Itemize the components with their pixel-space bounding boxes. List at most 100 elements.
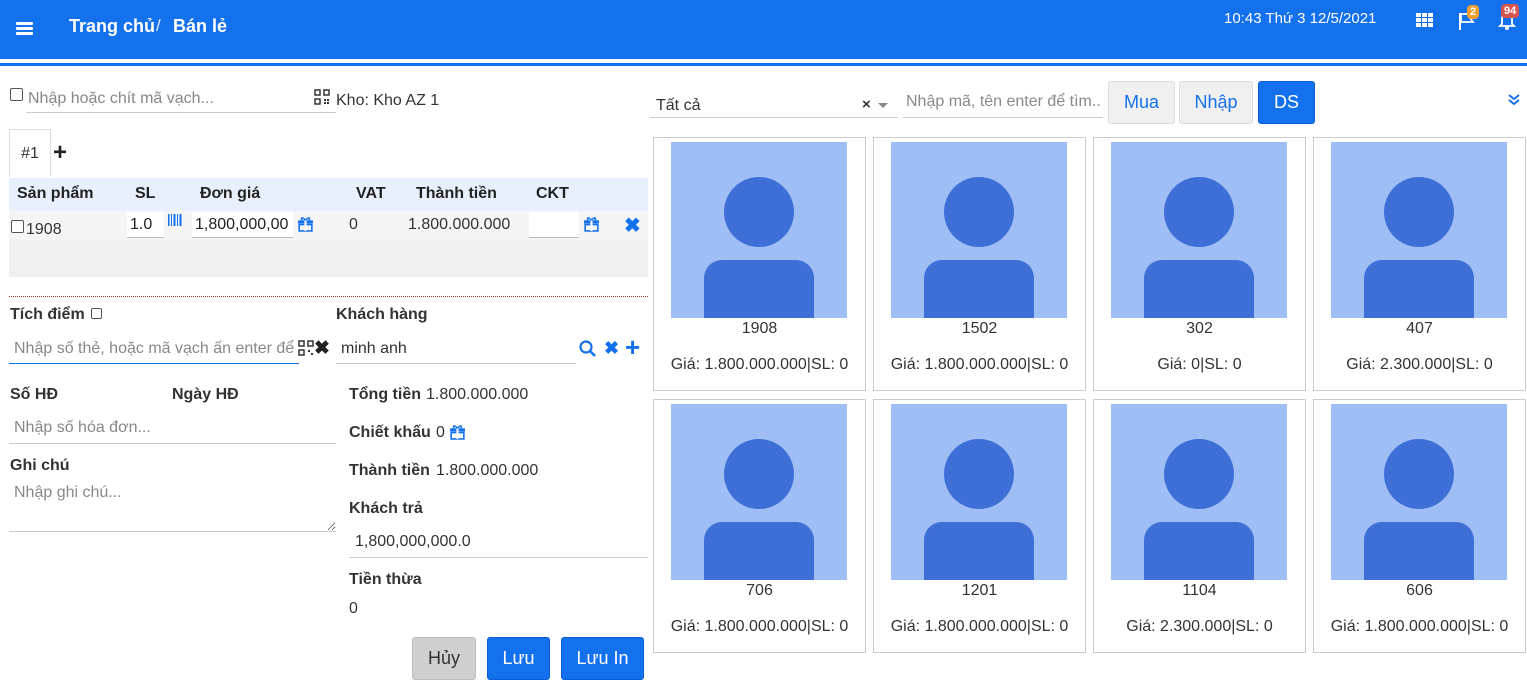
product-price: Giá: 1.800.000.000|SL: 0 (1330, 618, 1509, 635)
product-name: 1502 (961, 320, 998, 337)
top-bar: Trang chủ / Bán lẻ 10:43 Thứ 3 12/5/2021… (0, 0, 1527, 59)
tab-order-1[interactable]: #1 (9, 129, 51, 177)
customer-paid-input[interactable] (349, 526, 648, 558)
remove-row-icon[interactable]: ✖ (624, 213, 641, 238)
loyalty-card-input[interactable] (9, 334, 299, 364)
qr-code-icon[interactable] (298, 340, 314, 356)
qr-code-icon[interactable] (314, 89, 330, 105)
change-label: Tiền thừa (349, 571, 422, 588)
product-avatar-image (1111, 142, 1287, 318)
datetime-display: 10:43 Thứ 3 12/5/2021 (1224, 10, 1377, 27)
clear-customer-icon[interactable]: ✖ (604, 338, 619, 359)
add-customer-icon[interactable]: + (625, 333, 640, 361)
product-name: 407 (1406, 320, 1433, 337)
header-divider (0, 63, 1527, 66)
save-button[interactable]: Lưu (487, 637, 550, 680)
buy-button[interactable]: Mua (1108, 81, 1175, 124)
add-tab-icon[interactable]: + (53, 141, 67, 165)
product-card[interactable]: 706 Giá: 1.800.000.000|SL: 0 (653, 399, 866, 653)
breadcrumb-current: Bán lẻ (173, 16, 228, 36)
invoice-date-label: Ngày HĐ (172, 386, 239, 403)
barcode-input[interactable] (26, 86, 336, 113)
product-name: 302 (1186, 320, 1213, 337)
discount-value: 0 (436, 424, 445, 441)
search-icon[interactable] (579, 340, 597, 358)
col-vat: VAT (356, 185, 386, 202)
apps-grid-icon[interactable] (1416, 13, 1434, 27)
product-card[interactable]: 1502 Giá: 1.800.000.000|SL: 0 (873, 137, 1086, 391)
flag-count-badge: 2 (1467, 5, 1480, 19)
note-label: Ghi chú (10, 457, 70, 474)
row-total: 1.800.000.000 (408, 216, 511, 233)
clear-card-icon[interactable]: ✖ (314, 337, 330, 360)
product-card[interactable]: 302 Giá: 0|SL: 0 (1093, 137, 1306, 391)
product-price: Giá: 0|SL: 0 (1157, 356, 1242, 373)
product-card[interactable]: 1908 Giá: 1.800.000.000|SL: 0 (653, 137, 866, 391)
product-price: Giá: 1.800.000.000|SL: 0 (890, 618, 1069, 635)
product-avatar-image (1111, 404, 1287, 580)
row-qty-input[interactable] (127, 212, 164, 238)
row-product-name: 1908 (26, 221, 62, 238)
product-price: Giá: 1.800.000.000|SL: 0 (890, 356, 1069, 373)
breadcrumb-home[interactable]: Trang chủ (69, 16, 155, 37)
breadcrumb-separator: / (156, 16, 161, 35)
barcode-icon[interactable] (167, 212, 183, 228)
product-name: 1104 (1182, 582, 1217, 599)
category-selected-value: Tất cả (656, 97, 701, 114)
product-card[interactable]: 407 Giá: 2.300.000|SL: 0 (1313, 137, 1526, 391)
product-price: Giá: 2.300.000|SL: 0 (1346, 356, 1493, 373)
chevron-down-icon[interactable] (878, 103, 888, 108)
product-name: 1201 (961, 582, 998, 599)
row-select-checkbox[interactable] (11, 220, 24, 233)
product-card[interactable]: 606 Giá: 1.800.000.000|SL: 0 (1313, 399, 1526, 653)
product-avatar-image (891, 142, 1067, 318)
category-select[interactable]: Tất cả × (650, 88, 898, 118)
points-checkbox[interactable] (91, 308, 102, 319)
change-value: 0 (349, 600, 358, 617)
product-avatar-image (1331, 404, 1507, 580)
product-name: 606 (1406, 582, 1433, 599)
invoice-number-label: Số HĐ (10, 386, 58, 403)
notification-count-badge: 94 (1501, 4, 1520, 18)
gift-icon[interactable] (297, 215, 314, 232)
product-avatar-image (671, 404, 847, 580)
save-print-button[interactable]: Lưu In (561, 637, 644, 680)
double-chevron-down-icon[interactable] (1507, 93, 1521, 107)
clear-category-icon[interactable]: × (862, 96, 871, 113)
col-total: Thành tiền (416, 185, 497, 202)
gift-icon[interactable] (449, 423, 466, 440)
invoice-number-input[interactable] (9, 412, 336, 444)
customer-paid-label: Khách trả (349, 500, 423, 517)
product-card[interactable]: 1104 Giá: 2.300.000|SL: 0 (1093, 399, 1306, 653)
product-search-input[interactable] (903, 87, 1103, 118)
warehouse-label[interactable]: Kho: Kho AZ 1 (336, 92, 439, 110)
col-ckt: CKT (536, 185, 569, 202)
product-price: Giá: 1.800.000.000|SL: 0 (670, 618, 849, 635)
row-ckt-input[interactable] (529, 212, 579, 238)
points-label: Tích điểm (10, 306, 85, 323)
barcode-mode-checkbox[interactable] (10, 88, 23, 101)
menu-icon[interactable] (16, 22, 33, 35)
product-avatar-image (1331, 142, 1507, 318)
customer-input[interactable] (336, 334, 576, 364)
cancel-button[interactable]: Hủy (412, 637, 476, 680)
product-avatar-image (891, 404, 1067, 580)
product-card[interactable]: 1201 Giá: 1.800.000.000|SL: 0 (873, 399, 1086, 653)
note-textarea[interactable] (9, 482, 336, 532)
customer-label: Khách hàng (336, 306, 428, 323)
net-total-label: Thành tiền (349, 462, 430, 479)
product-price: Giá: 2.300.000|SL: 0 (1126, 618, 1273, 635)
col-unit-price: Đơn giá (200, 185, 261, 202)
row-unit-price-input[interactable] (192, 212, 293, 238)
product-name: 706 (746, 582, 773, 599)
list-button[interactable]: DS (1258, 81, 1315, 124)
gift-icon[interactable] (583, 215, 600, 232)
row-vat: 0 (349, 216, 358, 233)
product-avatar-image (671, 142, 847, 318)
net-total-amount: 1.800.000.000 (436, 462, 539, 479)
total-label: Tổng tiền (349, 386, 421, 403)
col-qty: SL (135, 185, 156, 202)
import-button[interactable]: Nhập (1179, 81, 1253, 124)
product-name: 1908 (741, 320, 778, 337)
product-price: Giá: 1.800.000.000|SL: 0 (670, 356, 849, 373)
